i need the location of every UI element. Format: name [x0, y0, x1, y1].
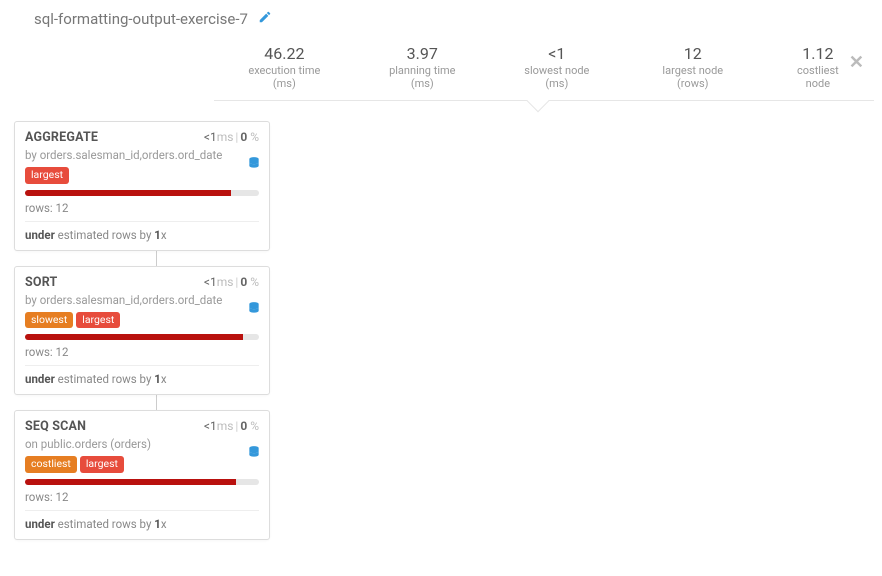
rows-bar: [25, 190, 259, 196]
stat-value: <1: [512, 44, 602, 63]
stat-label: costliest node: [784, 64, 852, 90]
plan-tree: AGGREGATE <1ms|0 % by orders.salesman_id,o…: [0, 103, 882, 540]
estimate-line: under estimated rows by 1x: [25, 222, 259, 242]
tag-largest: largest: [80, 456, 124, 473]
node-tags: slowestlargest: [25, 312, 259, 329]
node-subtext: by orders.salesman_id,orders.ord_date: [25, 148, 259, 163]
plan-node[interactable]: SORT <1ms|0 % by orders.salesman_id,orders…: [14, 266, 270, 396]
stat-label: execution time (ms): [236, 64, 333, 90]
tag-costliest: costliest: [25, 456, 77, 473]
edit-title-icon[interactable]: [258, 10, 272, 28]
node-tags: costliestlargest: [25, 456, 259, 473]
stat-value: 46.22: [236, 44, 333, 63]
stat-slowest-node: <1 slowest node (ms): [490, 44, 624, 90]
rows-bar: [25, 479, 259, 485]
node-tags: largest: [25, 167, 259, 184]
database-icon[interactable]: [247, 445, 261, 462]
rows-line: rows: 12: [25, 490, 259, 511]
stat-label: slowest node (ms): [512, 64, 602, 90]
node-subtext: by orders.salesman_id,orders.ord_date: [25, 293, 259, 308]
node-connector: [156, 251, 157, 266]
node-connector: [156, 395, 157, 410]
database-icon[interactable]: [247, 301, 261, 318]
page-title-row: sql-formatting-output-exercise-7: [34, 10, 864, 28]
plan-node[interactable]: SEQ SCAN <1ms|0 % on public.orders (orders…: [14, 410, 270, 540]
estimate-line: under estimated rows by 1x: [25, 366, 259, 386]
rows-line: rows: 12: [25, 201, 259, 222]
node-title: SEQ SCAN: [25, 419, 86, 434]
rows-line: rows: 12: [25, 345, 259, 366]
stat-label: largest node (rows): [646, 64, 740, 90]
rows-bar: [25, 334, 259, 340]
plan-node[interactable]: AGGREGATE <1ms|0 % by orders.salesman_id,o…: [14, 121, 270, 251]
database-icon[interactable]: [247, 156, 261, 173]
node-title: SORT: [25, 275, 58, 290]
stat-largest-node: 12 largest node (rows): [624, 44, 762, 90]
stat-value: 12: [646, 44, 740, 63]
tag-largest: largest: [25, 167, 69, 184]
node-metrics: <1ms|0 %: [204, 275, 259, 289]
node-metrics: <1ms|0 %: [204, 419, 259, 433]
tag-largest: largest: [76, 312, 120, 329]
tag-slowest: slowest: [25, 312, 73, 329]
close-icon[interactable]: ✕: [849, 52, 864, 73]
stat-value: 1.12: [784, 44, 852, 63]
stats-bar: 46.22 execution time (ms) 3.97 planning …: [214, 38, 874, 101]
node-subtext: on public.orders (orders): [25, 437, 259, 452]
node-title: AGGREGATE: [25, 130, 98, 145]
stat-execution-time: 46.22 execution time (ms): [214, 44, 355, 90]
estimate-line: under estimated rows by 1x: [25, 511, 259, 531]
stat-planning-time: 3.97 planning time (ms): [355, 44, 490, 90]
node-metrics: <1ms|0 %: [204, 130, 259, 144]
stat-value: 3.97: [377, 44, 468, 63]
plan-title: sql-formatting-output-exercise-7: [34, 10, 248, 28]
stat-label: planning time (ms): [377, 64, 468, 90]
